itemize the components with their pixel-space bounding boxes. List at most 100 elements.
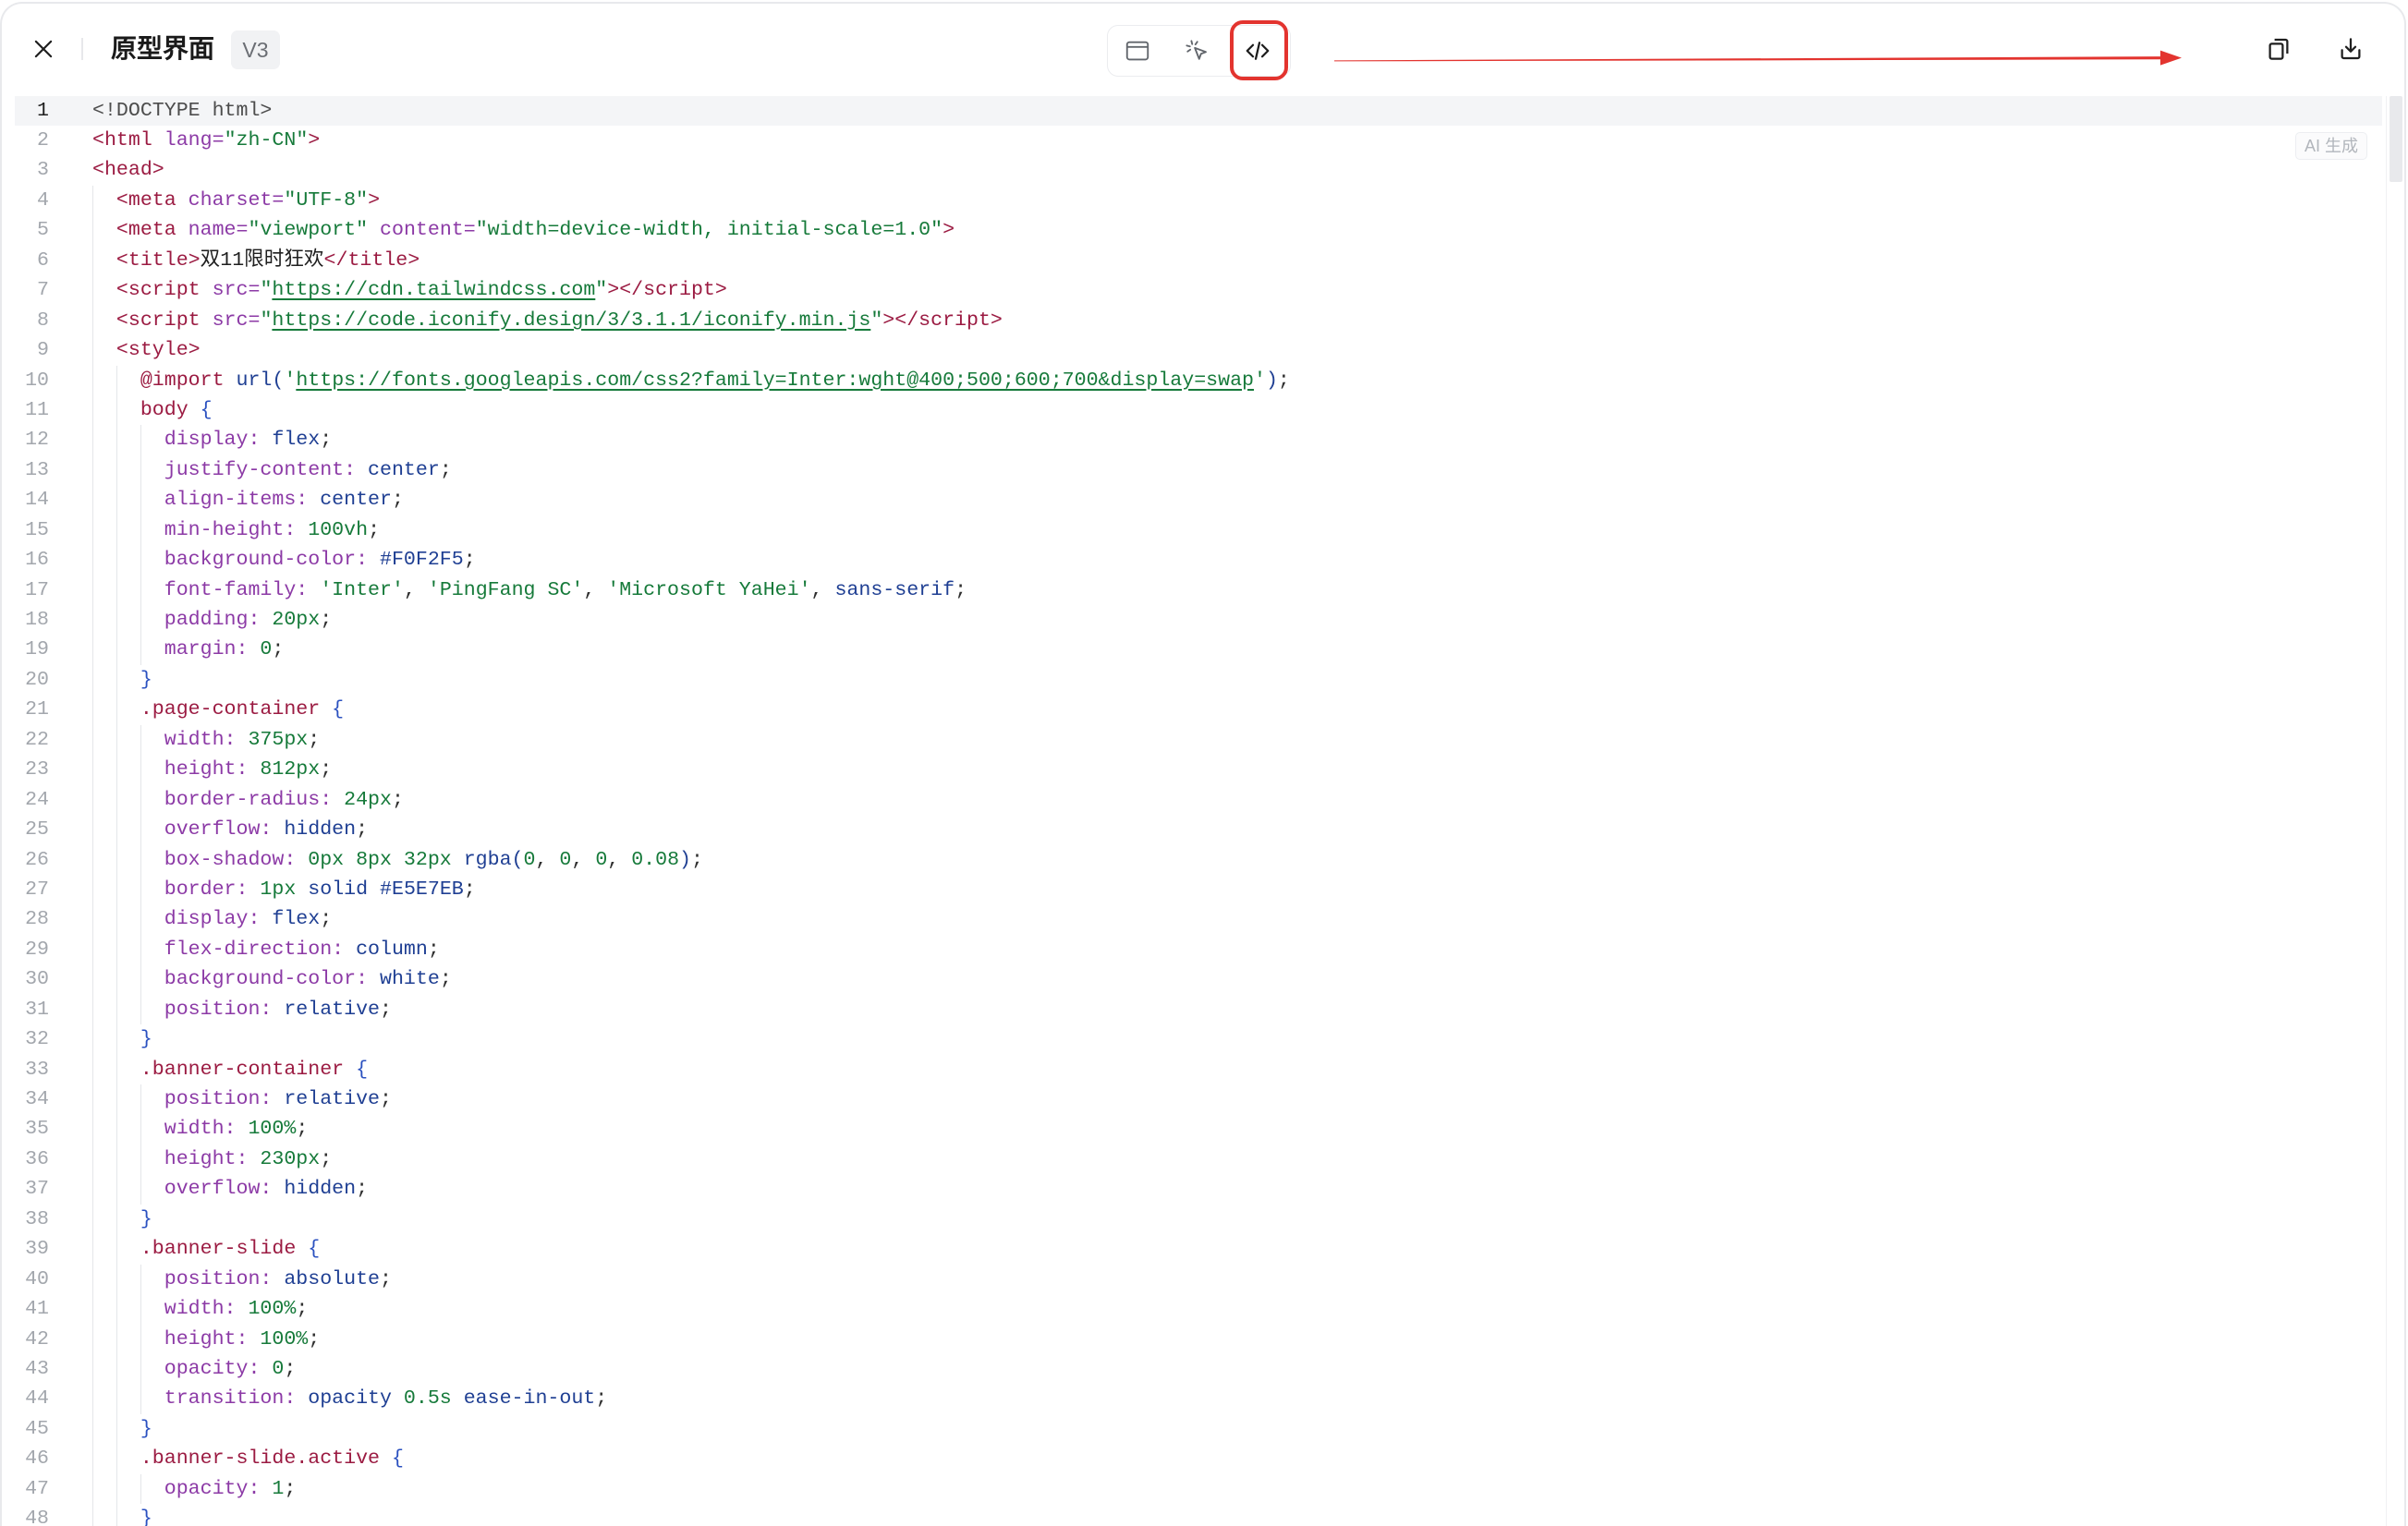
indent-guide [92, 844, 93, 875]
indent-guide [92, 724, 93, 756]
line-number: 9 [37, 339, 49, 362]
code-link-token[interactable]: https://cdn.tailwindcss.com [272, 279, 595, 301]
code-line: border-radius: 24px; [92, 784, 2375, 816]
line-number-gutter: 1 2 3 4 5 6 7 8 9 10 11 12 13 14 15 16 17 18 19 20 21 22 23 24 2… [2, 96, 49, 1526]
indent-guide [92, 1114, 93, 1144]
code-editor[interactable]: 1 2 3 4 5 6 7 8 9 10 11 12 13 14 15 16 17 18 19 20 21 22 23 24 2… [2, 95, 2404, 1526]
indent-guide [92, 335, 93, 366]
indent-guide [116, 1174, 117, 1205]
line-number: 34 [25, 1088, 49, 1111]
indent-guide [116, 1324, 117, 1354]
code-token: > [368, 188, 381, 212]
code-token: ; [308, 728, 321, 751]
arrow-head [2160, 50, 2182, 66]
indent-guide [140, 454, 141, 486]
code-line: .banner-slide { [92, 1234, 2375, 1265]
line-number: 40 [25, 1267, 49, 1290]
code-token: { [296, 1238, 321, 1261]
line-number: 41 [25, 1298, 49, 1321]
code-token: ; [284, 1357, 297, 1380]
line-number: 44 [25, 1387, 49, 1411]
indent-guide [92, 185, 93, 216]
code-line: flex-direction: column; [92, 934, 2375, 965]
line-number: 46 [25, 1447, 49, 1471]
code-token: .banner-container [92, 1058, 345, 1081]
code-token: 100% [236, 1298, 297, 1321]
code-mode-button[interactable] [1234, 30, 1282, 71]
code-token: { [344, 1058, 369, 1081]
indent-guide [140, 425, 141, 455]
code-line: .banner-slide.active { [92, 1444, 2375, 1474]
code-token: ' [1253, 369, 1266, 392]
code-token: ; [320, 908, 333, 931]
indent-guide [140, 1084, 141, 1115]
code-token: "zh-CN" [224, 129, 309, 152]
code-token: 0.5s [391, 1387, 452, 1411]
code-token: sans-serif [834, 578, 955, 601]
indent-guide [116, 724, 117, 756]
code-token: ; [320, 1147, 333, 1170]
code-token: <script [92, 309, 201, 332]
line-number: 19 [25, 638, 49, 661]
interact-mode-button[interactable] [1173, 30, 1221, 71]
code-token: <!DOCTYPE html> [92, 99, 273, 122]
indent-guide [92, 664, 93, 696]
code-token: "viewport" [248, 219, 369, 242]
code-token: hidden [272, 818, 357, 842]
line-number: 24 [25, 788, 49, 811]
copy-button[interactable] [2258, 29, 2299, 69]
line-number: 28 [25, 908, 49, 931]
indent-guide [92, 1413, 93, 1445]
code-line: position: relative; [92, 994, 2375, 1025]
code-link-token[interactable]: https://fonts.googleapis.com/css2?family… [296, 369, 1254, 392]
code-line: <script src="https://cdn.tailwindcss.com… [92, 275, 2375, 306]
indent-guide [116, 1444, 117, 1474]
download-button[interactable] [2330, 29, 2371, 69]
indent-guide [92, 1204, 93, 1235]
code-token: 1 [260, 1477, 285, 1500]
code-line: width: 375px; [92, 724, 2375, 756]
code-token: <script [92, 279, 201, 302]
code-token: > [308, 129, 321, 152]
code-token: ; [595, 1387, 608, 1411]
indent-guide [116, 1204, 117, 1235]
code-token: position: [92, 1267, 273, 1290]
vertical-scrollbar[interactable] [2386, 95, 2404, 1526]
code-token: ; [284, 1477, 297, 1500]
indent-guide [116, 485, 117, 515]
code-token: .page-container [92, 698, 321, 721]
scrollbar-thumb[interactable] [2390, 95, 2402, 182]
code-line: width: 100%; [92, 1294, 2375, 1325]
preview-mode-button[interactable] [1113, 30, 1161, 71]
line-number: 26 [25, 848, 49, 871]
code-token: column [344, 938, 428, 961]
line-number: 17 [25, 578, 49, 601]
code-token: 'Inter' [308, 578, 404, 601]
code-token: overflow: [92, 818, 273, 842]
line-number: 15 [25, 518, 49, 541]
version-badge: V3 [231, 30, 280, 69]
line-number: 27 [25, 878, 49, 901]
indent-guide [140, 1473, 141, 1505]
close-button[interactable] [24, 30, 63, 68]
close-icon [34, 40, 53, 58]
line-number: 45 [25, 1417, 49, 1440]
line-number: 16 [25, 549, 49, 572]
code-token: ; [272, 638, 285, 661]
code-content[interactable]: <!DOCTYPE html> <html lang="zh-CN"> <head>… [92, 96, 2375, 1526]
code-token: hidden [272, 1178, 357, 1201]
code-token: 0.08 [631, 848, 680, 871]
indent-guide [92, 454, 93, 486]
indent-guide [116, 664, 117, 696]
indent-guide [140, 635, 141, 665]
code-link-token[interactable]: https://code.iconify.design/3/3.1.1/icon… [272, 309, 870, 332]
code-token: background-color: [92, 549, 369, 572]
code-token: 0 [559, 848, 572, 871]
code-token: justify-content: [92, 458, 357, 481]
code-token: relative [272, 1088, 381, 1111]
code-token: display: [92, 429, 261, 452]
code-token: .banner-slide.active [92, 1447, 381, 1471]
indent-guide [140, 1294, 141, 1325]
code-token: opacity [296, 1387, 392, 1411]
code-line: background-color: white; [92, 964, 2375, 995]
